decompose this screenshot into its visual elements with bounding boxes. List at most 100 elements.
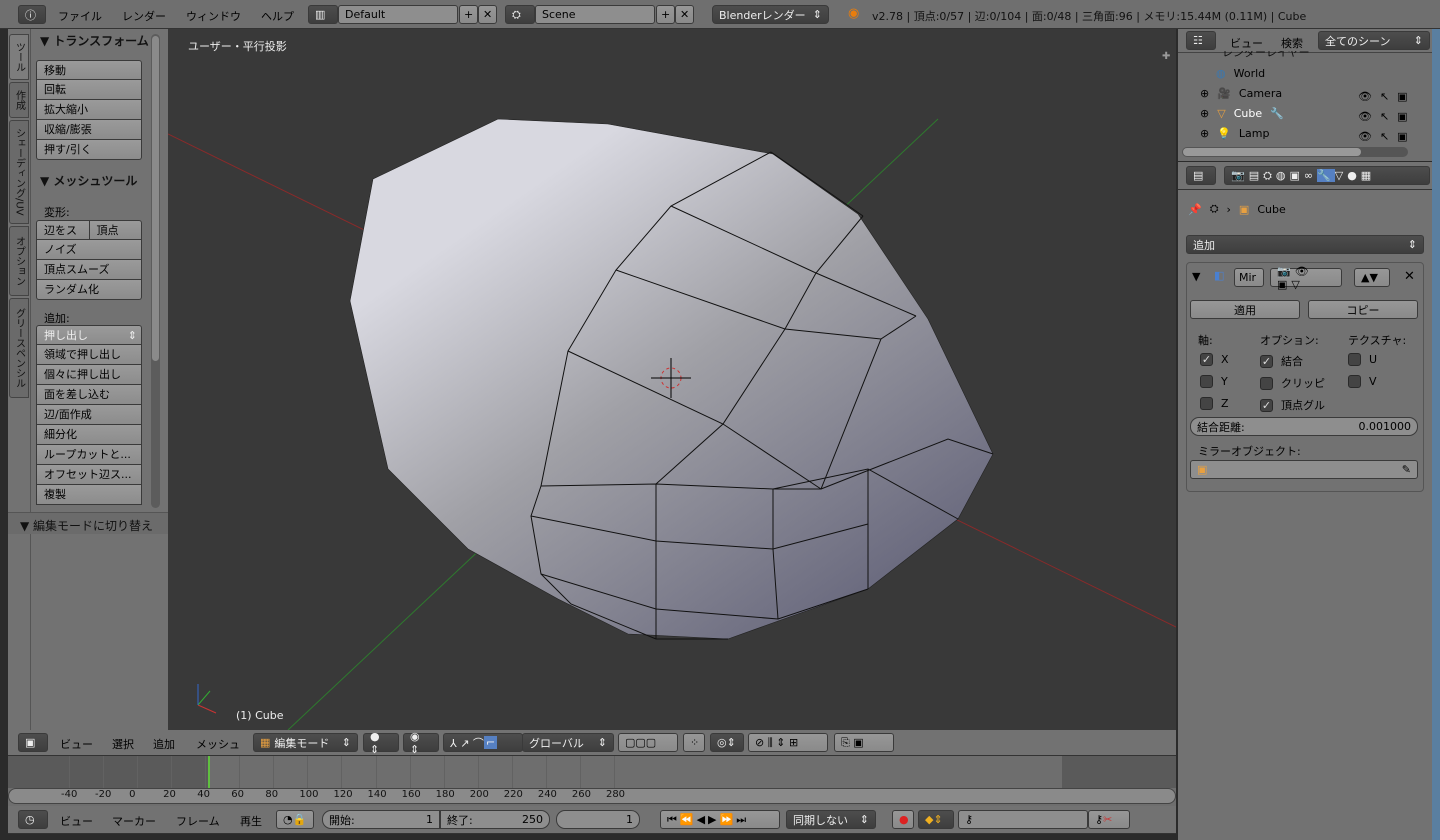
tab-options[interactable]: オプション	[9, 226, 29, 296]
checkbox-box[interactable]	[1200, 375, 1213, 388]
tab-shading-uv[interactable]: シェーディング/UV	[9, 120, 29, 224]
outliner-item-world[interactable]: ◍ World	[1216, 67, 1265, 80]
panel-transform-title[interactable]: ▼ トランスフォーム	[40, 32, 149, 49]
checkbox-box[interactable]	[1200, 397, 1213, 410]
menu-window[interactable]: ウィンドウ	[186, 8, 241, 24]
checkbox-box[interactable]: ✓	[1260, 354, 1273, 368]
keying-select[interactable]: ◆⇕	[918, 810, 954, 829]
layout-delete-button[interactable]: ✕	[478, 5, 497, 24]
checkbox-box[interactable]	[1348, 375, 1361, 388]
viewport-expand-button[interactable]: ✚	[1162, 51, 1170, 62]
editor-type-info[interactable]: ⓘ	[18, 5, 46, 24]
menu-add[interactable]: 追加	[153, 736, 175, 752]
orientation-select[interactable]: グローバル ⇕	[522, 733, 614, 752]
mode-select[interactable]: ▦ 編集モード ⇕	[253, 733, 358, 752]
menu-help[interactable]: ヘルプ	[261, 8, 294, 24]
outliner-item-camera[interactable]: ⊕ 🎥 Camera	[1200, 87, 1282, 100]
opengl-render-buttons[interactable]: ⎘ ▣	[834, 733, 894, 752]
editor-type-timeline[interactable]: ◷	[18, 810, 48, 829]
current-frame-indicator[interactable]	[208, 756, 210, 788]
scale-button[interactable]: 拡大縮小	[36, 100, 142, 120]
checkbox-texture-1[interactable]: V	[1348, 375, 1377, 388]
manipulator-toggle[interactable]: ⅄ ↗ ⌒ ⌐	[443, 733, 523, 752]
scene-icon[interactable]: ⛭	[505, 5, 535, 24]
modifier-display-toggles[interactable]: 📷👁▣▽	[1270, 265, 1342, 291]
scene-delete-button[interactable]: ✕	[675, 5, 694, 24]
tab-grease-pencil[interactable]: グリースペンシル	[9, 298, 29, 398]
outliner-item-lamp[interactable]: ⊕ 💡 Lamp	[1200, 127, 1270, 140]
modifier-name-field[interactable]: Mir	[1234, 268, 1264, 287]
duplicate-button[interactable]: 複製	[36, 485, 142, 505]
extrude-region-button[interactable]: 領域で押し出し	[36, 345, 142, 365]
remove-modifier-icon[interactable]: ✕	[1404, 269, 1415, 284]
checkbox-axis-2[interactable]: Z	[1200, 397, 1229, 410]
render-engine-select[interactable]: Blenderレンダー ⇕	[712, 5, 829, 24]
loop-cut-button[interactable]: ループカットと...	[36, 445, 142, 465]
pin-icon[interactable]: 📌	[1188, 203, 1202, 216]
outliner-filter-select[interactable]: 全てのシーン ⇕	[1318, 31, 1430, 50]
checkbox-options-0[interactable]: ✓ 結合	[1260, 353, 1303, 369]
checkbox-texture-0[interactable]: U	[1348, 353, 1377, 366]
offset-edge-button[interactable]: オフセット辺ス...	[36, 465, 142, 485]
mirror-object-field[interactable]: ▣ ✎	[1190, 460, 1418, 479]
shrink-fatten-button[interactable]: 収縮/膨張	[36, 120, 142, 140]
outliner-scrollbar[interactable]	[1182, 147, 1408, 157]
scene-add-button[interactable]: +	[656, 5, 675, 24]
edge-slide-button[interactable]: 辺をス	[37, 221, 90, 239]
rotate-button[interactable]: 回転	[36, 80, 142, 100]
randomize-button[interactable]: ランダム化	[36, 280, 142, 300]
timeline-scrubber[interactable]	[8, 788, 1176, 804]
tab-tools[interactable]: ツール	[9, 34, 29, 80]
translate-button[interactable]: 移動	[36, 60, 142, 80]
checkbox-box[interactable]	[1260, 376, 1273, 390]
snap-buttons[interactable]: ⊘ ⫼ ⇕ ⊞	[748, 733, 828, 752]
edit-mode-toggle-panel[interactable]: ▼ 編集モードに切り替え	[8, 512, 168, 534]
outliner-menu-search[interactable]: 検索	[1281, 35, 1303, 51]
merge-distance-field[interactable]: 結合距離: 0.001000	[1190, 417, 1418, 436]
menu-select[interactable]: 選択	[112, 736, 134, 752]
make-edge-face-button[interactable]: 辺/面作成	[36, 405, 142, 425]
sync-select[interactable]: 同期しない ⇕	[786, 810, 876, 829]
panel-mesh-tools-title[interactable]: ▼ メッシュツール	[40, 172, 137, 189]
start-frame-field[interactable]: 開始: 1	[322, 810, 440, 829]
proportional-select[interactable]: ◎⇕	[710, 733, 744, 752]
editor-type-3d-view[interactable]: ▣	[18, 733, 48, 752]
menu-view[interactable]: ビュー	[60, 736, 93, 752]
checkbox-axis-1[interactable]: Y	[1200, 375, 1228, 388]
occlude-button[interactable]: ⁘	[683, 733, 705, 752]
copy-button[interactable]: コピー	[1308, 300, 1418, 319]
insert-keyframe-buttons[interactable]: ⚷ ✂	[1088, 810, 1130, 829]
collapse-icon[interactable]: ▼	[1192, 270, 1200, 283]
outliner-item-cube[interactable]: ⊕ ▽ Cube 🔧	[1200, 107, 1284, 120]
outliner-menu-view[interactable]: ビュー	[1230, 35, 1263, 51]
checkbox-options-1[interactable]: クリッピ	[1260, 375, 1325, 391]
tl-menu-frame[interactable]: フレーム	[176, 813, 220, 829]
checkbox-options-2[interactable]: ✓ 頂点グル	[1260, 397, 1325, 413]
vertex-slide-button[interactable]: 頂点	[90, 221, 142, 239]
keying-set-field[interactable]: ⚷	[958, 810, 1088, 829]
shading-select[interactable]: ● ⇕	[363, 730, 399, 756]
editor-type-properties[interactable]: ▤	[1186, 166, 1216, 185]
properties-context-tabs[interactable]: 📷▤⛭◍▣∞ 🔧 ▽●▦	[1224, 166, 1430, 185]
push-pull-button[interactable]: 押す/引く	[36, 140, 142, 160]
playback-controls[interactable]: ⏮⏪◀▶⏩⏭	[660, 810, 780, 829]
scene-field[interactable]: Scene	[535, 5, 655, 24]
pivot-select[interactable]: ◉ ⇕	[403, 730, 439, 756]
tab-create[interactable]: 作成	[9, 82, 29, 118]
layout-add-button[interactable]: +	[459, 5, 478, 24]
eyedropper-icon[interactable]: ✎	[1402, 463, 1411, 476]
preview-range-button[interactable]: ◔🔒	[276, 810, 314, 829]
checkbox-box[interactable]	[1348, 353, 1361, 366]
outliner-item-renderlayers[interactable]: レンダーレイヤー	[1222, 51, 1310, 61]
record-button[interactable]: ●	[892, 810, 914, 829]
tl-menu-playback[interactable]: 再生	[240, 813, 262, 829]
tl-menu-view[interactable]: ビュー	[60, 813, 93, 829]
checkbox-box[interactable]: ✓	[1260, 398, 1273, 412]
inset-faces-button[interactable]: 面を差し込む	[36, 385, 142, 405]
visibility-toggles[interactable]: 👁↖▣ 👁↖▣ 👁↖▣	[1358, 87, 1416, 147]
smooth-vertex-button[interactable]: 頂点スムーズ	[36, 260, 142, 280]
add-modifier-select[interactable]: 追加 ⇕	[1186, 235, 1424, 254]
3d-viewport[interactable]: ユーザー・平行投影 (1) Cube ✚	[168, 29, 1176, 730]
tl-menu-marker[interactable]: マーカー	[112, 813, 156, 829]
apply-button[interactable]: 適用	[1190, 300, 1300, 319]
